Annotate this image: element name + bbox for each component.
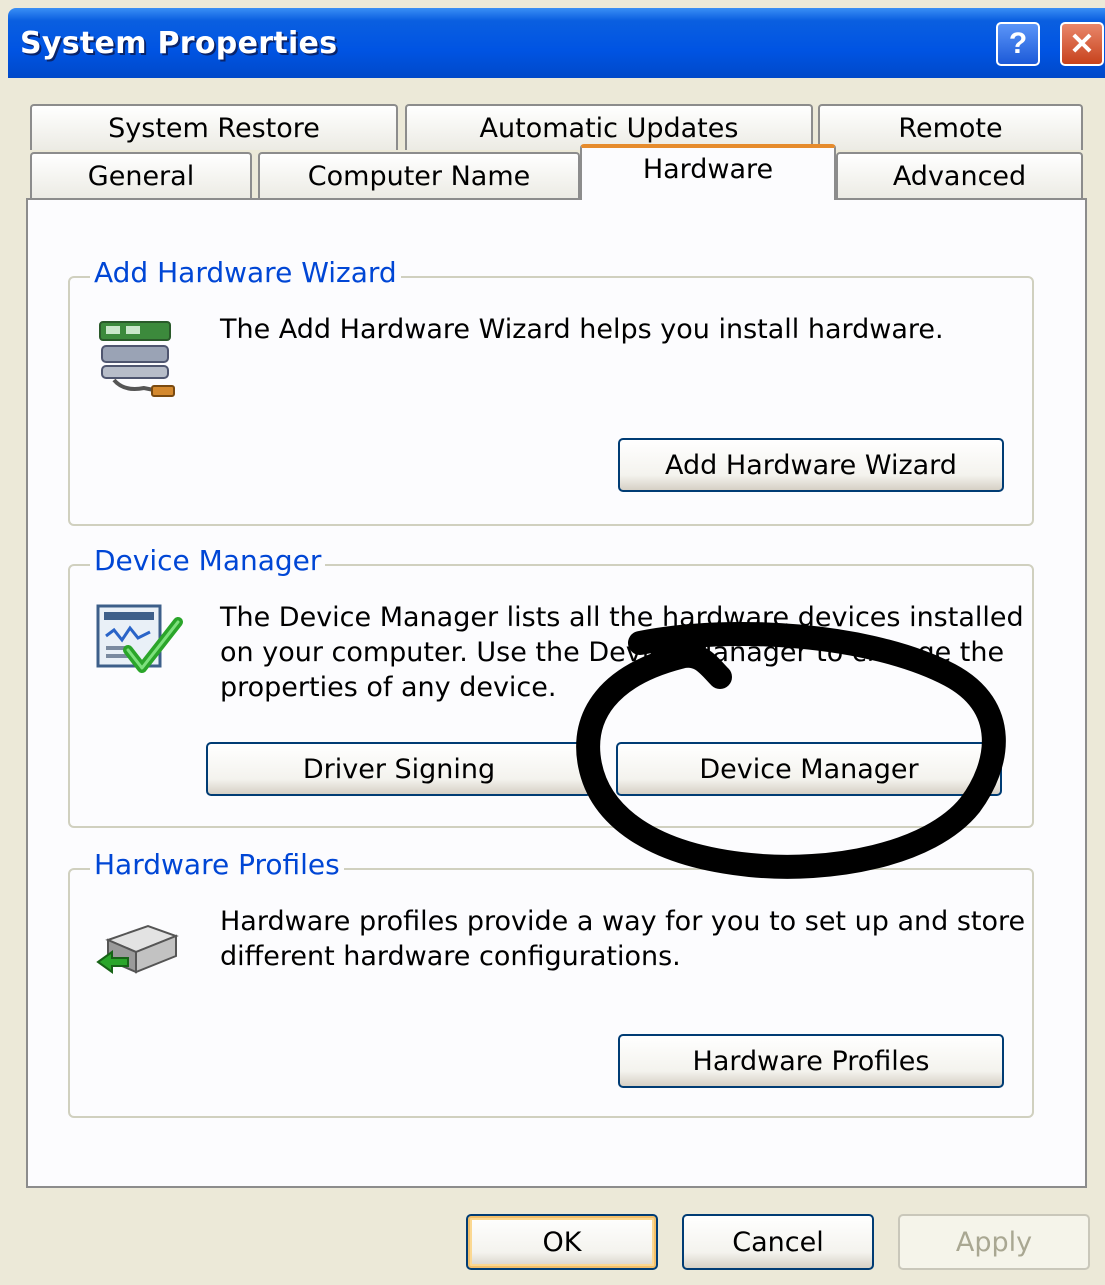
help-button[interactable]: ?	[996, 22, 1040, 66]
tab-system-restore[interactable]: System Restore	[30, 104, 398, 150]
group-legend: Device Manager	[90, 544, 326, 577]
group-add-hardware-wizard: Add Hardware Wizard The Add Hardware Wiz…	[68, 256, 1034, 526]
cancel-button[interactable]: Cancel	[682, 1214, 874, 1270]
tab-label: Hardware	[642, 154, 774, 185]
window-title: System Properties	[20, 26, 338, 61]
device-manager-icon	[96, 604, 183, 673]
tab-label: Automatic Updates	[479, 113, 739, 144]
group-legend: Add Hardware Wizard	[90, 256, 401, 289]
device-manager-button[interactable]: Device Manager	[616, 742, 1002, 796]
hardware-wizard-icon	[99, 321, 175, 397]
add-hardware-wizard-button[interactable]: Add Hardware Wizard	[618, 438, 1004, 492]
device-manager-description: The Device Manager lists all the hardwar…	[220, 600, 1024, 705]
help-icon: ?	[1008, 27, 1028, 60]
tab-label: Remote	[898, 113, 1003, 144]
tab-label: Computer Name	[307, 161, 531, 192]
button-label: Hardware Profiles	[692, 1045, 930, 1077]
button-label: Device Manager	[699, 753, 919, 785]
hardware-profiles-icon	[96, 924, 179, 974]
group-legend: Hardware Profiles	[90, 848, 344, 881]
button-label: Add Hardware Wizard	[665, 449, 957, 481]
button-label: Driver Signing	[302, 753, 496, 785]
button-label: Apply	[955, 1226, 1033, 1258]
tab-advanced[interactable]: Advanced	[836, 152, 1083, 198]
add-hardware-description: The Add Hardware Wizard helps you instal…	[220, 314, 944, 345]
tab-label: Advanced	[892, 161, 1027, 192]
tab-hardware[interactable]: Hardware	[580, 144, 836, 200]
hardware-profiles-description: Hardware profiles provide a way for you …	[220, 904, 1025, 974]
driver-signing-button[interactable]: Driver Signing	[206, 742, 592, 796]
tab-remote[interactable]: Remote	[818, 104, 1083, 150]
description-line: different hardware configurations.	[220, 941, 681, 972]
tab-general[interactable]: General	[30, 152, 252, 198]
description-line: properties of any device.	[220, 672, 557, 703]
title-bar: System Properties ? ✕	[8, 8, 1105, 78]
close-button[interactable]: ✕	[1060, 22, 1104, 66]
apply-button[interactable]: Apply	[898, 1214, 1090, 1270]
hardware-tab-panel: Add Hardware Wizard The Add Hardware Wiz…	[26, 198, 1087, 1188]
description-line: The Device Manager lists all the hardwar…	[220, 602, 1024, 633]
tab-label: System Restore	[108, 113, 320, 144]
button-label: Cancel	[732, 1226, 824, 1258]
description-line: on your computer. Use the Device Manager…	[220, 637, 1005, 668]
tab-label: General	[87, 161, 195, 192]
group-hardware-profiles: Hardware Profiles Hardware profiles prov…	[68, 848, 1034, 1118]
description-line: Hardware profiles provide a way for you …	[220, 906, 1026, 937]
ok-button[interactable]: OK	[466, 1214, 658, 1270]
tab-computer-name[interactable]: Computer Name	[258, 152, 580, 198]
button-label: OK	[542, 1226, 582, 1258]
hardware-profiles-button[interactable]: Hardware Profiles	[618, 1034, 1004, 1088]
close-icon: ✕	[1069, 27, 1095, 61]
group-device-manager: Device Manager The Device Manager lists …	[68, 544, 1034, 828]
